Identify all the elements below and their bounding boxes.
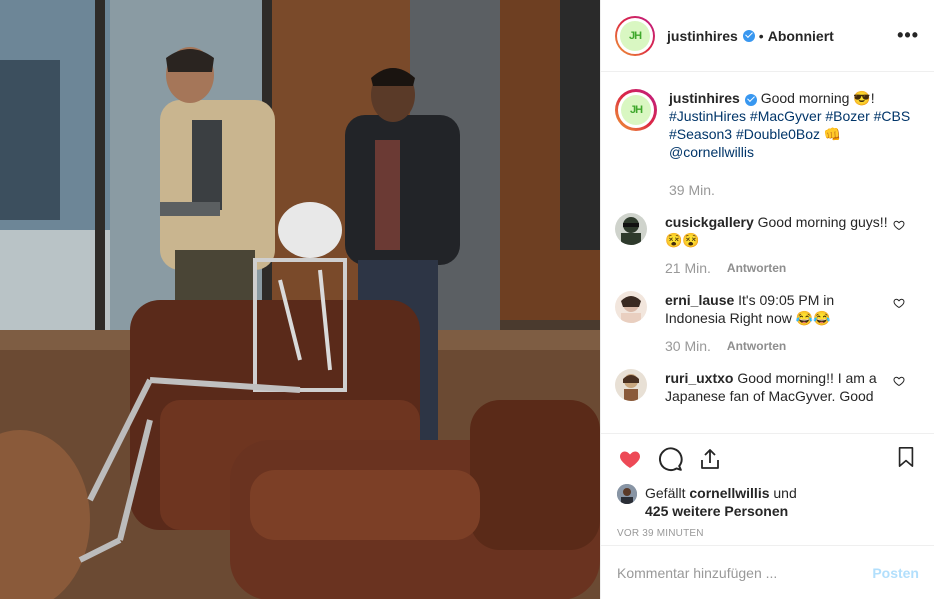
post-header: JH justinhires • Abonniert ••• [601,0,934,72]
author-avatar-inner: JH [617,17,653,54]
caption-text: Good morning 😎! [760,90,875,106]
author-avatar[interactable]: JH [615,15,655,56]
like-comment-heart-icon[interactable] [893,297,905,309]
comment-meta: 21 Min. Antworten [665,259,895,277]
save-bookmark-icon [898,447,914,467]
caption-username[interactable]: justinhires [669,90,740,106]
liker-username[interactable]: cornellwillis [689,485,769,501]
comment-username[interactable]: ruri_uxtxo [665,370,733,386]
instagram-post: JH justinhires • Abonniert ••• JH justin… [0,0,934,599]
author-username[interactable]: justinhires [667,28,738,44]
verified-badge-icon [744,93,757,106]
likes-count-link[interactable]: 425 weitere Personen [645,503,788,519]
like-comment-heart-icon[interactable] [893,219,905,231]
post-actions: Gefällt cornellwillis und 425 weitere Pe… [601,433,934,545]
verified-badge-icon [742,29,755,42]
reply-button[interactable]: Antworten [727,259,786,277]
comment-body: cusickgallery Good morning guys!! 😵😵 21 … [665,213,895,277]
reply-button[interactable]: Antworten [727,337,786,355]
caption-avatar-inner: JH [618,92,654,128]
mention-link[interactable]: @cornellwillis [669,144,754,160]
caption-time: 39 Min. [669,182,715,198]
like-heart-icon[interactable] [617,446,643,472]
comment-input[interactable]: Kommentar hinzufügen ... [617,565,872,581]
comment-item: ruri_uxtxo Good morning!! I am a Japanes… [615,369,919,405]
hashtag[interactable]: #CBS [874,108,911,124]
like-comment-heart-icon[interactable] [893,375,905,387]
photo-scene [0,0,600,599]
likes-conjunction: und [769,485,797,501]
more-options-icon[interactable]: ••• [897,26,919,44]
caption-emoji: 👊 [823,126,842,142]
comment-username[interactable]: cusickgallery [665,214,754,230]
commenter-avatar-image [615,291,647,323]
action-icons [617,444,919,474]
likes-text: Gefällt cornellwillis und 425 weitere Pe… [645,484,797,520]
comment-icon[interactable] [657,446,683,472]
hashtag[interactable]: #Season3 [669,126,732,142]
hashtag[interactable]: #Double0Boz [736,126,820,142]
commenter-avatar-image [615,369,647,401]
commenter-avatar-image [615,213,647,245]
comment-body: erni_lause It's 09:05 PM in Indonesia Ri… [665,291,895,355]
post-photo[interactable] [0,0,600,599]
author-logo: JH [620,20,650,51]
add-comment-form: Kommentar hinzufügen ... Posten [601,545,934,599]
commenter-avatar[interactable] [615,291,647,323]
likes-summary: Gefällt cornellwillis und 425 weitere Pe… [617,484,919,520]
commenter-avatar[interactable] [615,369,647,401]
comment-bubble-icon [659,447,683,472]
follow-status-button[interactable]: Abonniert [768,28,834,44]
bookmark-icon[interactable] [893,444,919,470]
comment-item: erni_lause It's 09:05 PM in Indonesia Ri… [615,291,919,355]
caption-avatar[interactable]: JH [615,89,657,131]
post-sidebar: JH justinhires • Abonniert ••• JH justin… [600,0,934,599]
author-info: justinhires • Abonniert [667,28,834,44]
hashtag[interactable]: #JustinHires [669,108,746,124]
liker-avatar-image [617,484,637,504]
comment-username[interactable]: erni_lause [665,292,734,308]
comment-body: ruri_uxtxo Good morning!! I am a Japanes… [665,369,895,405]
caption-meta: 39 Min. [669,181,919,199]
comment-meta: 30 Min. Antworten [665,337,895,355]
share-icon[interactable] [697,446,723,472]
post-comment-button[interactable]: Posten [872,565,919,581]
commenter-avatar[interactable] [615,213,647,245]
post-timestamp[interactable]: VOR 39 MINUTEN [617,528,919,539]
comment-time: 30 Min. [665,338,711,354]
caption-body: justinhires Good morning 😎! #JustinHires… [669,89,919,199]
likes-prefix: Gefällt [645,485,690,501]
hashtag[interactable]: #MacGyver [750,108,822,124]
hashtag[interactable]: #Bozer [825,108,869,124]
comments-section[interactable]: JH justinhires Good morning 😎! #JustinHi… [601,73,934,433]
comment-time: 21 Min. [665,260,711,276]
caption: JH justinhires Good morning 😎! #JustinHi… [615,89,919,199]
share-arrow-icon [701,449,719,469]
separator-dot: • [758,27,764,44]
caption-avatar-logo: JH [621,95,651,125]
comment-item: cusickgallery Good morning guys!! 😵😵 21 … [615,213,919,277]
heart-filled-icon [620,451,640,468]
liker-avatar[interactable] [617,484,637,504]
